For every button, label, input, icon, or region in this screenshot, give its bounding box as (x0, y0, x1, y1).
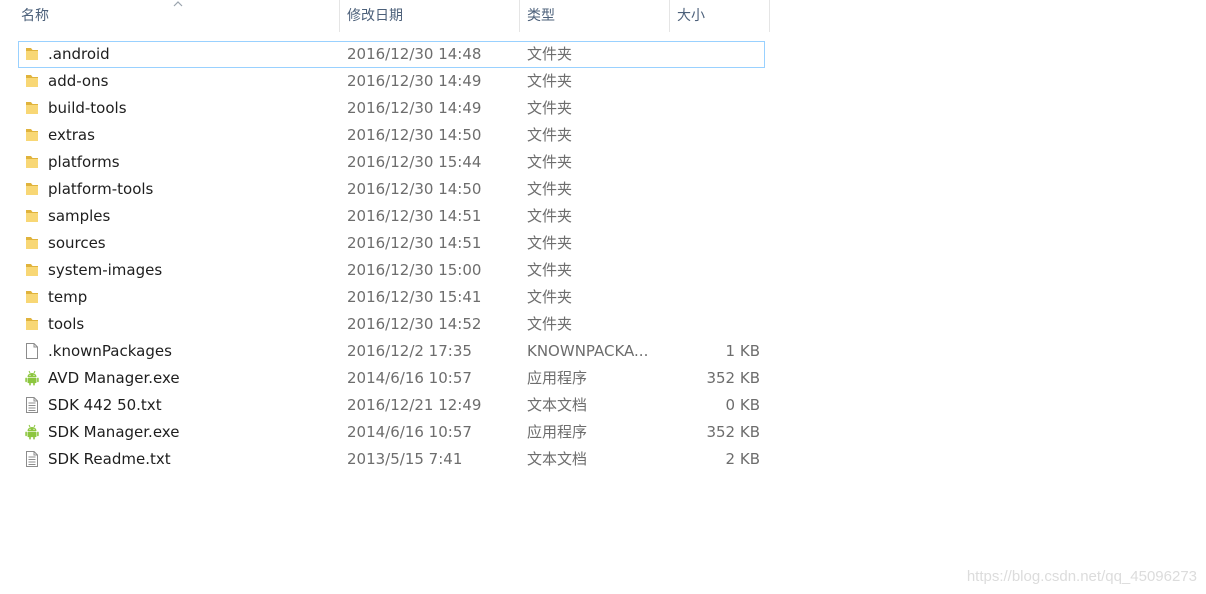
android-icon (24, 423, 40, 441)
file-row[interactable]: extras 2016/12/30 14:50 文件夹 (18, 122, 765, 149)
file-row[interactable]: tools 2016/12/30 14:52 文件夹 (18, 311, 765, 338)
sort-ascending-icon (173, 1, 183, 7)
file-modified-date: 2016/12/30 15:41 (347, 288, 482, 306)
file-modified-date: 2016/12/30 14:50 (347, 126, 482, 144)
file-name: SDK Manager.exe (48, 423, 180, 441)
file-type: 文件夹 (527, 126, 573, 144)
file-row[interactable]: platform-tools 2016/12/30 14:50 文件夹 (18, 176, 765, 203)
file-explorer-list-view: 名称 修改日期 类型 大小 .android 2016/12/30 14:48 文件… (0, 0, 1206, 594)
file-modified-date: 2016/12/21 12:49 (347, 396, 482, 414)
folder-icon (24, 234, 40, 252)
file-modified-date: 2016/12/30 14:50 (347, 180, 482, 198)
watermark: https://blog.csdn.net/qq_45096273 (966, 568, 1197, 585)
file-modified-date: 2016/12/30 15:00 (347, 261, 482, 279)
file-modified-date: 2016/12/30 14:48 (347, 45, 482, 63)
text-file-icon (24, 396, 40, 414)
column-header-type[interactable]: 类型 (520, 0, 670, 32)
file-modified-date: 2016/12/30 14:49 (347, 99, 482, 117)
file-type: KNOWNPACKA... (527, 342, 649, 360)
folder-icon (24, 72, 40, 90)
folder-icon (24, 126, 40, 144)
file-size: 352 KB (706, 423, 760, 441)
text-file-icon (24, 450, 40, 468)
file-modified-date: 2016/12/30 14:51 (347, 234, 482, 252)
file-row[interactable]: SDK 442 50.txt 2016/12/21 12:49 文本文档 0 KB (18, 392, 765, 419)
column-header-name-label: 名称 (21, 8, 49, 24)
file-modified-date: 2016/12/30 14:51 (347, 207, 482, 225)
file-type: 文件夹 (527, 180, 573, 198)
file-size: 1 KB (725, 342, 760, 360)
file-name: sources (48, 234, 106, 252)
file-row[interactable]: build-tools 2016/12/30 14:49 文件夹 (18, 95, 765, 122)
folder-icon (24, 180, 40, 198)
file-name: .knownPackages (48, 342, 172, 360)
column-header-date-label: 修改日期 (347, 8, 403, 24)
file-row[interactable]: .knownPackages 2016/12/2 17:35 KNOWNPACKA.… (18, 338, 765, 365)
folder-icon (24, 99, 40, 117)
file-row[interactable]: system-images 2016/12/30 15:00 文件夹 (18, 257, 765, 284)
file-type: 文件夹 (527, 288, 573, 306)
file-name: platform-tools (48, 180, 154, 198)
file-name: temp (48, 288, 88, 306)
file-type: 文件夹 (527, 72, 573, 90)
file-type: 文本文档 (527, 450, 588, 468)
file-row[interactable]: samples 2016/12/30 14:51 文件夹 (18, 203, 765, 230)
file-size: 352 KB (706, 369, 760, 387)
column-header-size-label: 大小 (677, 8, 705, 24)
file-size: 0 KB (725, 396, 760, 414)
file-name: samples (48, 207, 111, 225)
file-type: 文件夹 (527, 153, 573, 171)
file-size: 2 KB (725, 450, 760, 468)
blank-file-icon (24, 342, 40, 360)
file-modified-date: 2014/6/16 10:57 (347, 369, 472, 387)
folder-icon (24, 315, 40, 333)
android-icon (24, 369, 40, 387)
file-name: add-ons (48, 72, 109, 90)
file-modified-date: 2013/5/15 7:41 (347, 450, 463, 468)
column-header-bar: 名称 修改日期 类型 大小 (0, 0, 770, 32)
file-type: 文件夹 (527, 234, 573, 252)
folder-icon (24, 288, 40, 306)
file-type: 文件夹 (527, 45, 573, 63)
file-type: 应用程序 (527, 369, 588, 387)
file-row[interactable]: .android 2016/12/30 14:48 文件夹 (18, 41, 765, 68)
folder-icon (24, 207, 40, 225)
file-row[interactable]: temp 2016/12/30 15:41 文件夹 (18, 284, 765, 311)
file-type: 文件夹 (527, 99, 573, 117)
file-row[interactable]: SDK Readme.txt 2013/5/15 7:41 文本文档 2 KB (18, 446, 765, 473)
file-list: .android 2016/12/30 14:48 文件夹 add-ons 2016/… (18, 41, 765, 473)
file-name: system-images (48, 261, 163, 279)
file-row[interactable]: sources 2016/12/30 14:51 文件夹 (18, 230, 765, 257)
file-name: .android (48, 45, 110, 63)
column-header-type-label: 类型 (527, 8, 555, 24)
file-type: 文件夹 (527, 315, 573, 333)
folder-icon (24, 153, 40, 171)
file-name: tools (48, 315, 85, 333)
file-name: extras (48, 126, 95, 144)
file-modified-date: 2014/6/16 10:57 (347, 423, 472, 441)
file-name: SDK 442 50.txt (48, 396, 162, 414)
file-type: 文本文档 (527, 396, 588, 414)
file-row[interactable]: SDK Manager.exe 2014/6/16 10:57 应用程序 352 KB (18, 419, 765, 446)
column-header-size[interactable]: 大小 (670, 0, 770, 32)
file-name: SDK Readme.txt (48, 450, 171, 468)
folder-icon (24, 261, 40, 279)
folder-icon (24, 45, 40, 63)
file-modified-date: 2016/12/30 14:52 (347, 315, 482, 333)
file-name: platforms (48, 153, 120, 171)
file-name: AVD Manager.exe (48, 369, 180, 387)
file-name: build-tools (48, 99, 127, 117)
column-header-date[interactable]: 修改日期 (340, 0, 520, 32)
file-row[interactable]: AVD Manager.exe 2014/6/16 10:57 应用程序 352 KB (18, 365, 765, 392)
file-type: 应用程序 (527, 423, 588, 441)
file-modified-date: 2016/12/30 15:44 (347, 153, 482, 171)
file-row[interactable]: platforms 2016/12/30 15:44 文件夹 (18, 149, 765, 176)
file-type: 文件夹 (527, 261, 573, 279)
file-type: 文件夹 (527, 207, 573, 225)
file-modified-date: 2016/12/30 14:49 (347, 72, 482, 90)
file-row[interactable]: add-ons 2016/12/30 14:49 文件夹 (18, 68, 765, 95)
file-modified-date: 2016/12/2 17:35 (347, 342, 472, 360)
